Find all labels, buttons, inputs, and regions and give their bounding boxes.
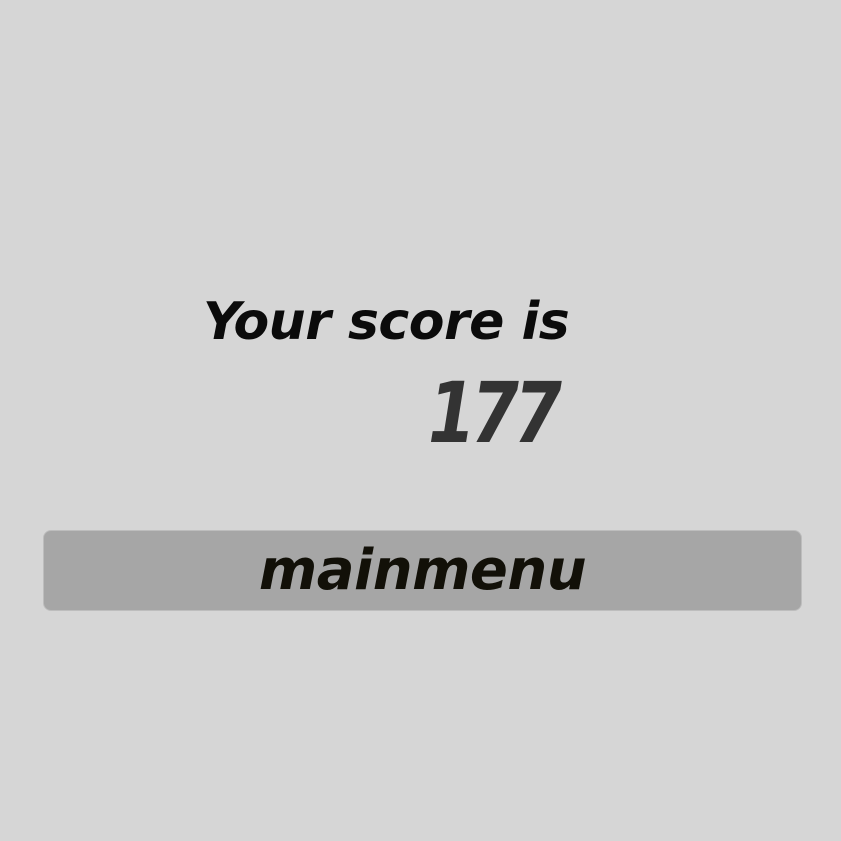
score-value: 177 [428,364,562,462]
score-label: Your score is [203,292,570,352]
main-menu-button[interactable]: mainmenu [43,530,802,611]
main-menu-button-label: mainmenu [258,537,587,603]
game-over-screen: Your score is 177 mainmenu [0,0,841,841]
